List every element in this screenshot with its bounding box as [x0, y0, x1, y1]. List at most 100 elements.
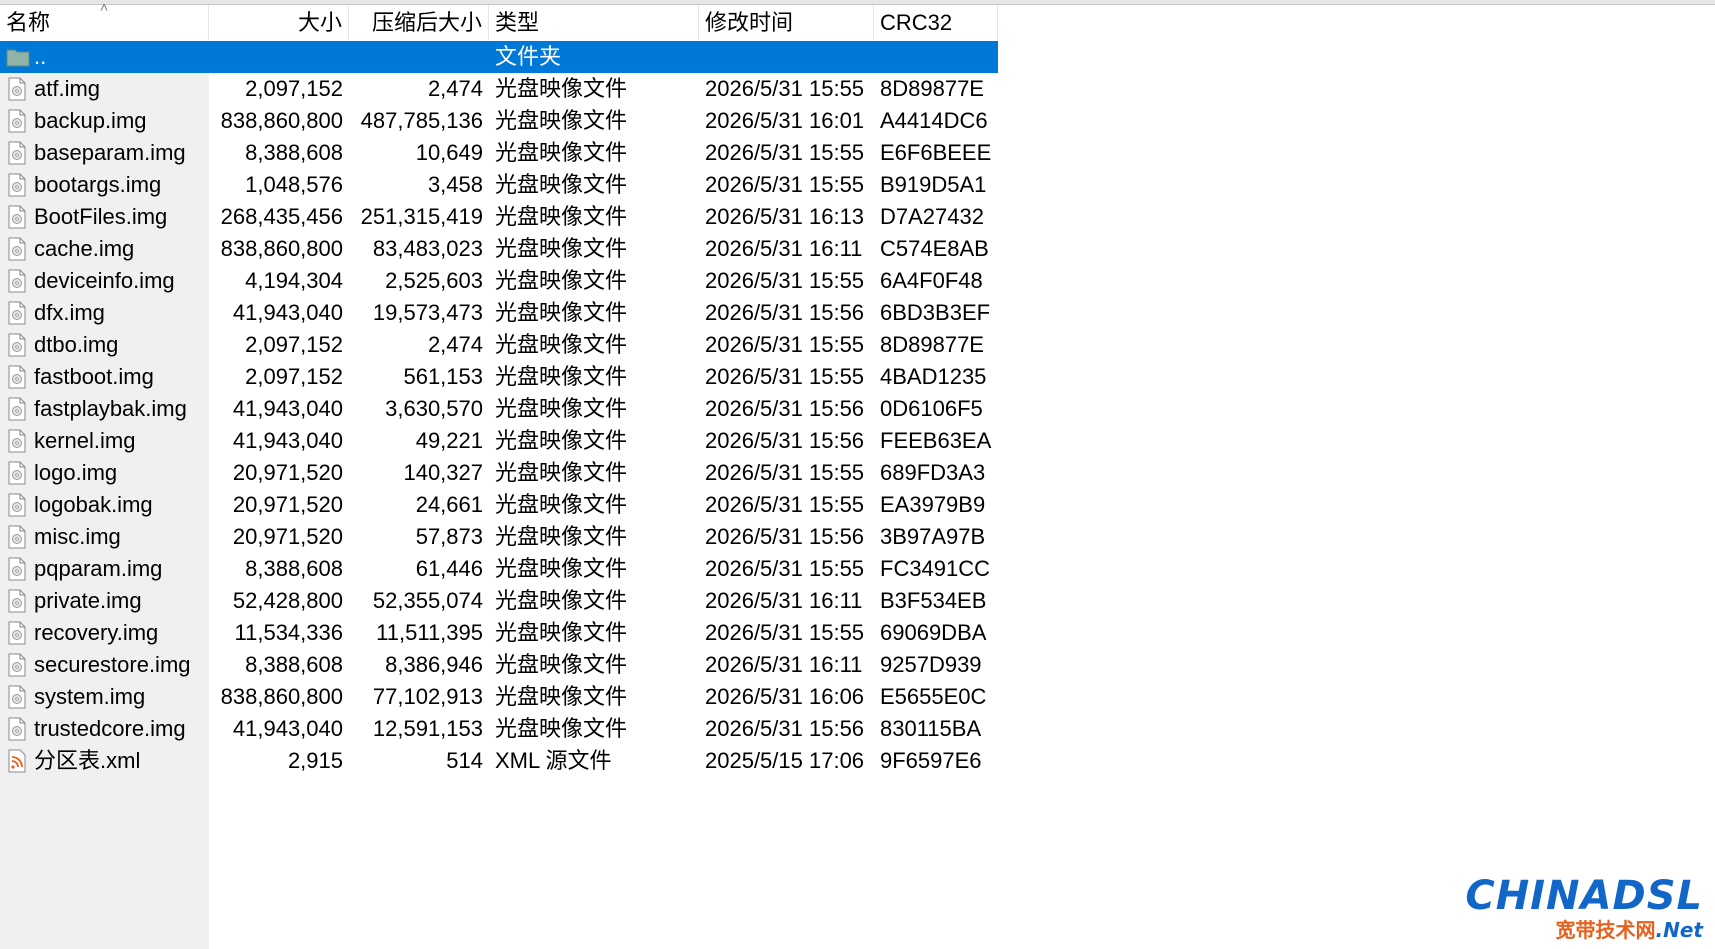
file-crc32: D7A27432 — [880, 204, 984, 229]
file-modified: 2026/5/31 16:11 — [705, 652, 863, 677]
file-type: 光盘映像文件 — [495, 204, 628, 229]
file-row[interactable]: recovery.img 11,534,336 11,511,395 光盘映像文件 20… — [0, 617, 998, 649]
file-type: 光盘映像文件 — [495, 524, 628, 549]
file-row[interactable]: baseparam.img 8,388,608 10,649 光盘映像文件 2026/5… — [0, 137, 998, 169]
file-name: baseparam.img — [34, 140, 186, 165]
file-compressed-size: 8,386,946 — [385, 652, 483, 677]
file-row[interactable]: bootargs.img 1,048,576 3,458 光盘映像文件 2026/5/3… — [0, 169, 998, 201]
file-crc32: 3B97A97B — [880, 524, 986, 549]
file-type: 光盘映像文件 — [495, 620, 628, 645]
file-row[interactable]: securestore.img 8,388,608 8,386,946 光盘映像文件 2… — [0, 649, 998, 681]
file-row[interactable]: kernel.img 41,943,040 49,221 光盘映像文件 2026/5/3… — [0, 425, 998, 457]
file-compressed-size: 487,785,136 — [360, 108, 483, 133]
file-size: 2,915 — [287, 748, 343, 773]
file-name-cell: trustedcore.img — [0, 713, 209, 745]
file-size: 41,943,040 — [232, 300, 343, 325]
file-name-cell: 分区表.xml — [0, 745, 209, 777]
file-size: 41,943,040 — [232, 396, 343, 421]
folder-icon — [6, 45, 30, 69]
file-name-cell: dtbo.img — [0, 329, 209, 361]
xml-feed-icon — [6, 749, 30, 773]
file-modified: 2026/5/31 15:55 — [705, 492, 865, 517]
file-name: bootargs.img — [34, 172, 162, 197]
file-name: 分区表.xml — [34, 748, 141, 773]
file-name-cell: dfx.img — [0, 297, 209, 329]
file-size: 1,048,576 — [245, 172, 343, 197]
file-row[interactable]: cache.img 838,860,800 83,483,023 光盘映像文件 2026… — [0, 233, 998, 265]
header-size[interactable]: 大小 — [209, 5, 349, 41]
header-type[interactable]: 类型 — [489, 5, 699, 41]
file-type: 光盘映像文件 — [495, 396, 628, 421]
file-compressed-size: 12,591,153 — [372, 716, 483, 741]
file-row[interactable]: private.img 52,428,800 52,355,074 光盘映像文件 202… — [0, 585, 998, 617]
file-compressed-size: 2,474 — [427, 76, 483, 101]
file-row[interactable]: backup.img 838,860,800 487,785,136 光盘映像文件 20… — [0, 105, 998, 137]
file-name: system.img — [34, 684, 146, 709]
file-name: fastboot.img — [34, 364, 154, 389]
file-list: .. 文件夹 atf.img 2,097,152 2,474 光盘映像文件 2026/5… — [0, 41, 998, 777]
file-type: 光盘映像文件 — [495, 652, 628, 677]
file-name-cell: misc.img — [0, 521, 209, 553]
file-crc32: 689FD3A3 — [880, 460, 986, 485]
file-name-cell: atf.img — [0, 73, 209, 105]
disc-image-icon — [6, 173, 30, 197]
file-name: fastplaybak.img — [34, 396, 187, 421]
file-size: 20,971,520 — [232, 524, 343, 549]
disc-image-icon — [6, 557, 30, 581]
file-compressed-size: 83,483,023 — [372, 236, 483, 261]
header-crc32[interactable]: CRC32 — [874, 5, 998, 41]
file-crc32: B919D5A1 — [880, 172, 987, 197]
file-row[interactable]: logobak.img 20,971,520 24,661 光盘映像文件 2026/5/… — [0, 489, 998, 521]
file-row[interactable]: misc.img 20,971,520 57,873 光盘映像文件 2026/5/31 … — [0, 521, 998, 553]
file-row[interactable]: atf.img 2,097,152 2,474 光盘映像文件 2026/5/31 15:… — [0, 73, 998, 105]
file-crc32: 830115BA — [880, 716, 982, 741]
file-name: deviceinfo.img — [34, 268, 175, 293]
file-size: 20,971,520 — [232, 460, 343, 485]
file-row[interactable]: fastboot.img 2,097,152 561,153 光盘映像文件 2026/5… — [0, 361, 998, 393]
header-compressed-size[interactable]: 压缩后大小 — [349, 5, 489, 41]
file-compressed-size: 19,573,473 — [372, 300, 483, 325]
file-modified: 2026/5/31 15:55 — [705, 76, 865, 101]
file-size: 41,943,040 — [232, 428, 343, 453]
file-row[interactable]: dfx.img 41,943,040 19,573,473 光盘映像文件 2026/5/… — [0, 297, 998, 329]
file-compressed-size: 57,873 — [415, 524, 483, 549]
file-row[interactable]: dtbo.img 2,097,152 2,474 光盘映像文件 2026/5/31 15… — [0, 329, 998, 361]
file-row[interactable]: BootFiles.img 268,435,456 251,315,419 光盘映像文… — [0, 201, 998, 233]
disc-image-icon — [6, 429, 30, 453]
file-name: pqparam.img — [34, 556, 163, 581]
file-compressed-size: 514 — [446, 748, 483, 773]
file-crc32: FEEB63EA — [880, 428, 992, 453]
file-compressed-size: 24,661 — [415, 492, 483, 517]
file-name-cell: backup.img — [0, 105, 209, 137]
file-row[interactable]: system.img 838,860,800 77,102,913 光盘映像文件 202… — [0, 681, 998, 713]
watermark-tagline-cn: 宽带技术网 — [1555, 918, 1656, 942]
file-size: 2,097,152 — [245, 76, 343, 101]
file-row[interactable]: deviceinfo.img 4,194,304 2,525,603 光盘映像文件 20… — [0, 265, 998, 297]
file-compressed-size: 77,102,913 — [372, 684, 483, 709]
column-header: 名称 大小 压缩后大小 类型 修改时间 CRC32 — [0, 5, 998, 41]
file-name-cell: recovery.img — [0, 617, 209, 649]
parent-folder-name-cell: .. — [0, 41, 209, 73]
file-row[interactable]: 分区表.xml 2,915 514 XML 源文件 2025/5/15 17:06 9F6… — [0, 745, 998, 777]
file-row[interactable]: fastplaybak.img 41,943,040 3,630,570 光盘映像文件… — [0, 393, 998, 425]
file-type: 光盘映像文件 — [495, 684, 628, 709]
file-modified: 2026/5/31 15:55 — [705, 364, 865, 389]
parent-folder-row[interactable]: .. 文件夹 — [0, 41, 998, 73]
file-size: 4,194,304 — [245, 268, 343, 293]
file-modified: 2026/5/31 15:56 — [705, 716, 865, 741]
file-row[interactable]: pqparam.img 8,388,608 61,446 光盘映像文件 2026/5/3… — [0, 553, 998, 585]
watermark-tagline: 宽带技术网.Net — [1556, 914, 1703, 943]
file-crc32: 6A4F0F48 — [880, 268, 983, 293]
disc-image-icon — [6, 461, 30, 485]
file-compressed-size: 2,474 — [427, 332, 483, 357]
file-row[interactable]: logo.img 20,971,520 140,327 光盘映像文件 2026/5/31… — [0, 457, 998, 489]
file-name: cache.img — [34, 236, 135, 261]
file-row[interactable]: trustedcore.img 41,943,040 12,591,153 光盘映像文… — [0, 713, 998, 745]
header-modified[interactable]: 修改时间 — [699, 5, 874, 41]
file-size: 838,860,800 — [220, 108, 343, 133]
file-compressed-size: 52,355,074 — [372, 588, 483, 613]
file-compressed-size: 3,630,570 — [385, 396, 483, 421]
file-name-cell: fastplaybak.img — [0, 393, 209, 425]
file-crc32: A4414DC6 — [880, 108, 988, 133]
file-name: kernel.img — [34, 428, 136, 453]
